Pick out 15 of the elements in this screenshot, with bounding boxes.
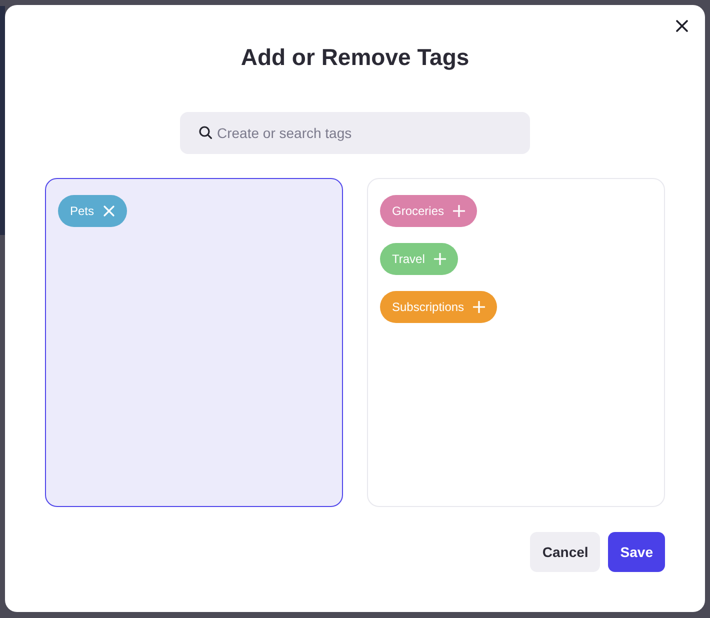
search-icon (199, 126, 212, 139)
save-button[interactable]: Save (608, 532, 665, 572)
tag-chip[interactable]: Pets (58, 195, 128, 227)
plus-icon (453, 205, 466, 217)
plus-icon (434, 253, 446, 265)
cancel-button[interactable]: Cancel (530, 532, 600, 572)
tag-chip[interactable]: Travel (380, 243, 458, 275)
tag-chip[interactable]: Groceries (380, 195, 478, 227)
plus-icon (473, 301, 486, 313)
tag-chip[interactable]: Subscriptions (380, 291, 498, 323)
search-field[interactable]: Create or search tags (180, 112, 530, 154)
close-icon (676, 20, 688, 32)
close-button[interactable] (676, 20, 688, 32)
close-icon (103, 205, 116, 217)
dialog-title: Add or Remove Tags (240, 43, 470, 71)
